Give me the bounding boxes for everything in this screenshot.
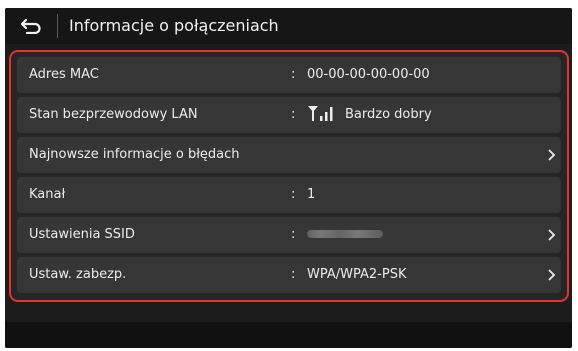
row-label: Ustaw. zabezp. — [29, 267, 127, 282]
row-channel: Kanał : 1 — [17, 177, 561, 213]
header-divider — [57, 14, 58, 38]
row-mac-address: Adres MAC : 00-00-00-00-00-00 — [17, 57, 561, 93]
signal-strength-icon — [308, 106, 333, 121]
mac-address-value: 00-00-00-00-00-00 — [307, 67, 430, 82]
chevron-right-icon — [548, 149, 556, 161]
row-label: Kanał — [29, 187, 66, 202]
row-wireless-lan-status: Stan bezprzewodowy LAN : Bardzo dobry — [17, 97, 561, 133]
device-screen: Informacje o połączeniach Adres MAC : 00… — [5, 8, 572, 348]
wireless-status-value: Bardzo dobry — [345, 107, 432, 122]
chevron-right-icon — [548, 269, 556, 281]
row-label: Najnowsze informacje o błędach — [29, 147, 240, 162]
wireless-status-value-group: Bardzo dobry — [307, 97, 432, 133]
connection-info-panel: Adres MAC : 00-00-00-00-00-00 Stan bezpr… — [9, 50, 569, 302]
return-arrow-icon — [20, 18, 41, 34]
row-separator: : — [291, 187, 296, 202]
back-button[interactable] — [5, 8, 57, 44]
row-label: Stan bezprzewodowy LAN — [29, 107, 198, 122]
channel-value: 1 — [307, 187, 316, 202]
row-separator: : — [291, 67, 296, 82]
row-separator: : — [291, 267, 296, 282]
row-separator: : — [291, 107, 296, 122]
row-ssid-settings[interactable]: Ustawienia SSID : — [17, 217, 561, 253]
row-label: Adres MAC — [29, 67, 99, 82]
row-latest-error-info[interactable]: Najnowsze informacje o błędach — [17, 137, 561, 173]
bottom-bar — [5, 322, 572, 348]
row-separator: : — [291, 227, 296, 242]
ssid-value — [307, 217, 383, 253]
security-value: WPA/WPA2-PSK — [307, 267, 407, 282]
row-label: Ustawienia SSID — [29, 227, 135, 242]
header-bar: Informacje o połączeniach — [5, 8, 572, 44]
row-security-settings[interactable]: Ustaw. zabezp. : WPA/WPA2-PSK — [17, 257, 561, 293]
obscured-ssid-value — [307, 229, 383, 238]
page-title: Informacje o połączeniach — [69, 16, 279, 35]
chevron-right-icon — [548, 229, 556, 241]
